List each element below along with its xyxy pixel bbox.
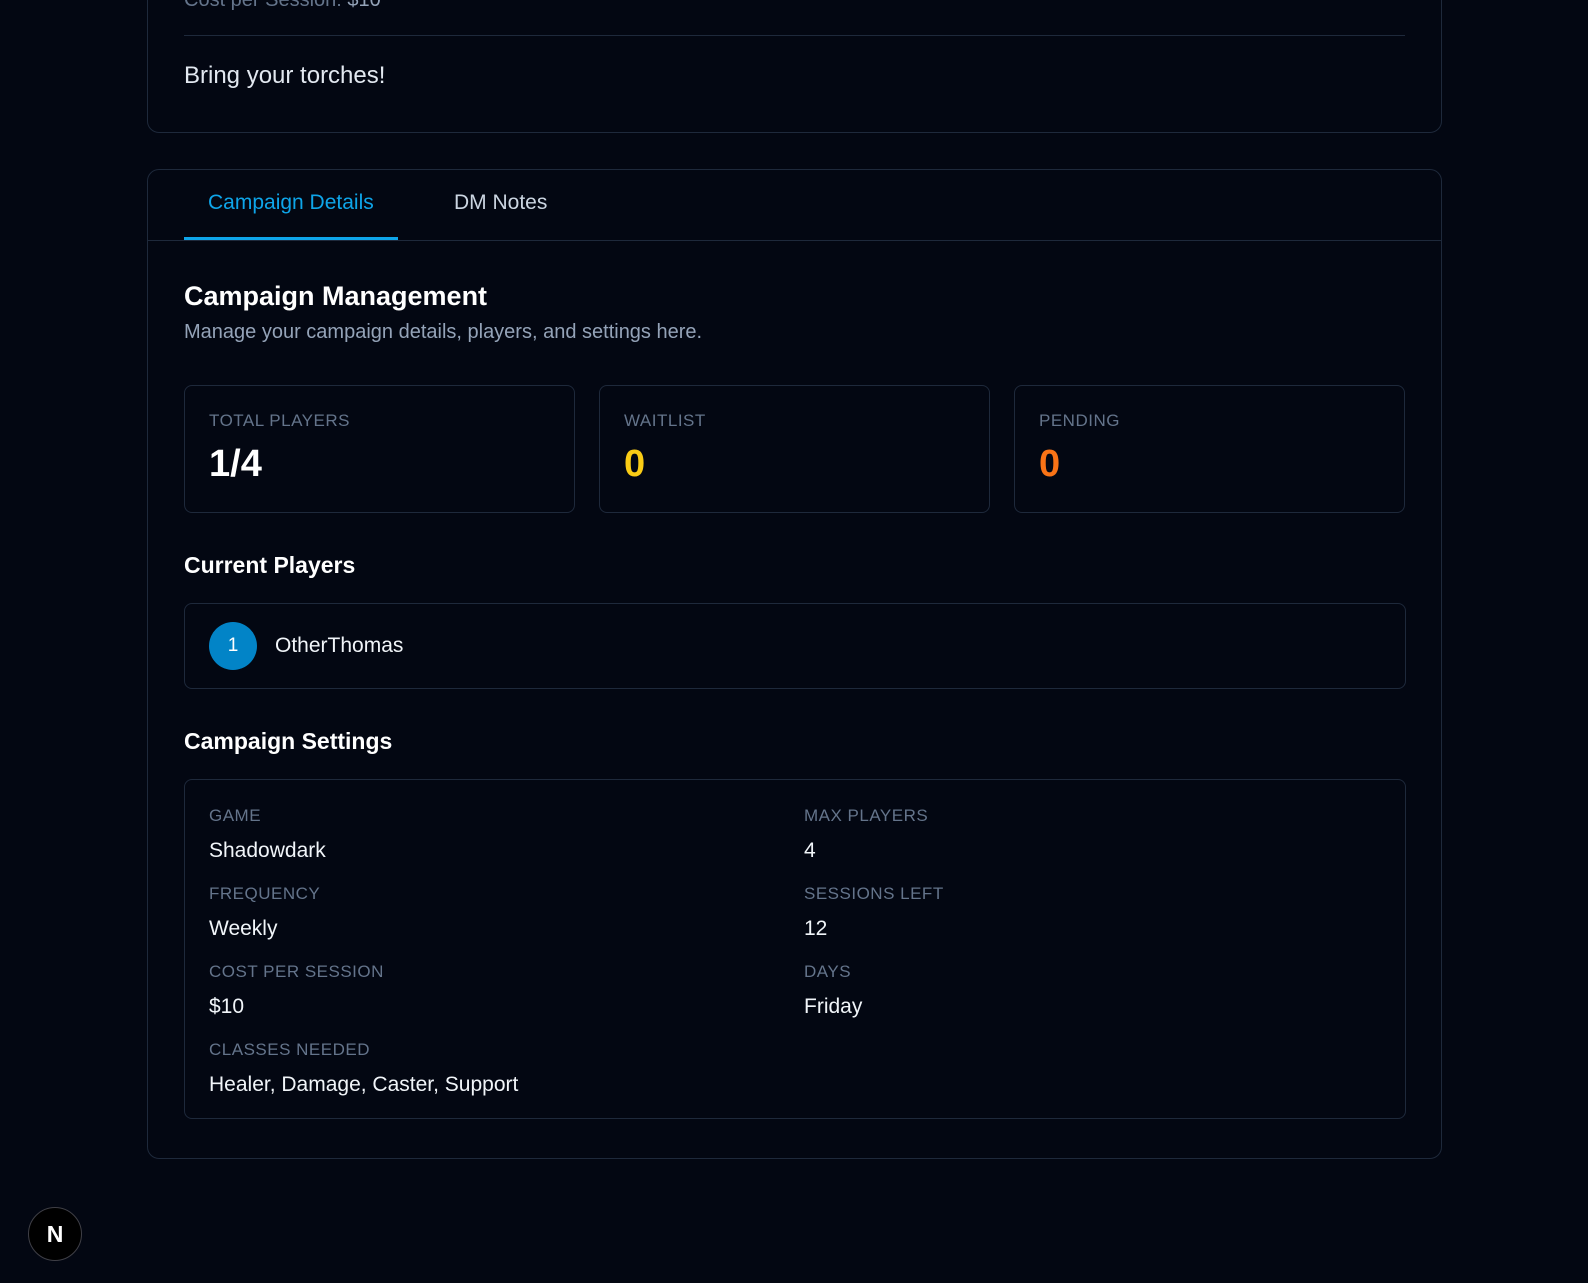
- setting-label: GAME: [209, 806, 262, 825]
- player-name: OtherThomas: [275, 634, 404, 657]
- setting-label: CLASSES NEEDED: [209, 1040, 370, 1059]
- setting-value: Healer, Damage, Caster, Support: [209, 1073, 519, 1096]
- setting-label: DAYS: [804, 962, 852, 981]
- setting-label: MAX PLAYERS: [804, 806, 929, 825]
- section-title: Campaign Management: [184, 281, 488, 311]
- pending-stat: PENDING 0: [1014, 385, 1405, 513]
- setting-max-players: MAX PLAYERS 4: [804, 806, 928, 863]
- stat-label: PENDING: [1039, 411, 1120, 430]
- setting-value: 4: [804, 839, 816, 862]
- campaign-notes: Bring your torches!: [184, 62, 386, 89]
- stat-value: 1/4: [209, 443, 262, 485]
- setting-frequency: FREQUENCY Weekly: [209, 884, 320, 941]
- tab-campaign-details[interactable]: Campaign Details: [184, 170, 398, 240]
- player-list-item[interactable]: 1 OtherThomas: [184, 603, 1406, 689]
- campaign-info-card: Cost per Session: $10 Bring your torches…: [147, 0, 1442, 133]
- cost-value: $10: [347, 0, 381, 11]
- campaign-management-card: Campaign Details DM Notes Campaign Manag…: [147, 169, 1442, 1159]
- nextjs-logo-icon[interactable]: N: [28, 1207, 82, 1261]
- setting-label: COST PER SESSION: [209, 962, 384, 981]
- setting-classes-needed: CLASSES NEEDED Healer, Damage, Caster, S…: [209, 1040, 518, 1097]
- section-subtitle: Manage your campaign details, players, a…: [184, 321, 703, 343]
- setting-game: GAME Shadowdark: [209, 806, 326, 863]
- setting-label: FREQUENCY: [209, 884, 321, 903]
- setting-value: 12: [804, 917, 828, 940]
- setting-value: Weekly: [209, 917, 278, 940]
- stat-value: 0: [1039, 443, 1061, 485]
- setting-days: DAYS Friday: [804, 962, 862, 1019]
- waitlist-stat: WAITLIST 0: [599, 385, 990, 513]
- current-players-heading: Current Players: [184, 552, 356, 578]
- setting-value: Friday: [804, 995, 863, 1018]
- setting-label: SESSIONS LEFT: [804, 884, 944, 903]
- divider: [184, 35, 1405, 36]
- setting-sessions-left: SESSIONS LEFT 12: [804, 884, 944, 941]
- stat-value: 0: [624, 443, 646, 485]
- cost-label: Cost per Session:: [184, 0, 342, 11]
- setting-cost-per-session: COST PER SESSION $10: [209, 962, 384, 1019]
- setting-value: Shadowdark: [209, 839, 326, 862]
- total-players-stat: TOTAL PLAYERS 1/4: [184, 385, 575, 513]
- tab-bar: Campaign Details DM Notes: [148, 170, 1441, 241]
- cost-per-session-line: Cost per Session: $10: [184, 0, 381, 12]
- campaign-settings-heading: Campaign Settings: [184, 728, 393, 754]
- stat-label: WAITLIST: [624, 411, 706, 430]
- stat-label: TOTAL PLAYERS: [209, 411, 350, 430]
- tab-dm-notes[interactable]: DM Notes: [430, 170, 571, 240]
- campaign-settings-panel: GAME Shadowdark MAX PLAYERS 4 FREQUENCY …: [184, 779, 1406, 1119]
- setting-value: $10: [209, 995, 245, 1018]
- player-avatar: 1: [209, 622, 257, 670]
